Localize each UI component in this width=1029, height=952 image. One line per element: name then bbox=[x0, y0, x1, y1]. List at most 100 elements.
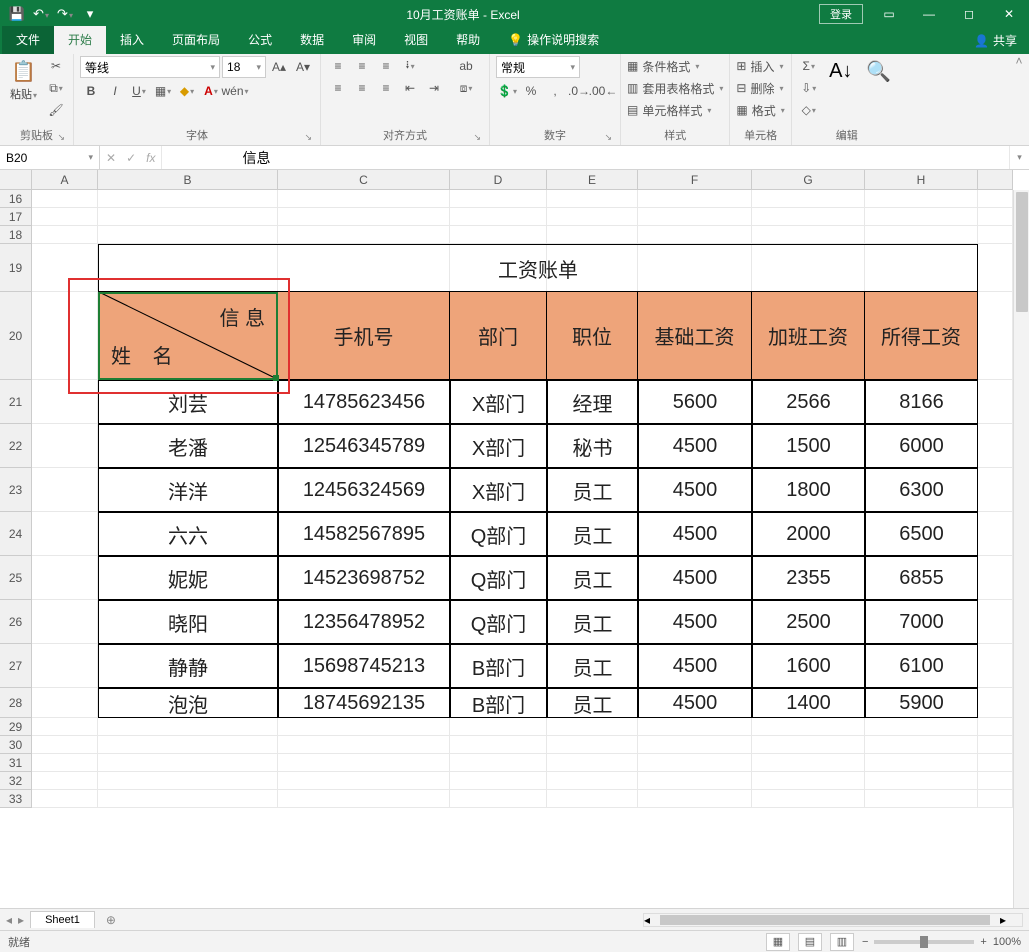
font-launcher-icon[interactable]: ↘ bbox=[304, 132, 312, 143]
page-layout-button[interactable]: ▤ bbox=[798, 933, 822, 951]
table-cell[interactable]: 12546345789 bbox=[278, 424, 450, 468]
tab-help[interactable]: 帮助 bbox=[442, 26, 494, 54]
table-cell[interactable]: 14582567895 bbox=[278, 512, 450, 556]
row-header-22[interactable]: 22 bbox=[0, 424, 32, 468]
align-left-button[interactable]: ≡ bbox=[327, 78, 349, 98]
table-cell[interactable]: 4500 bbox=[638, 512, 752, 556]
row-header-20[interactable]: 20 bbox=[0, 292, 32, 380]
table-cell[interactable]: 老潘 bbox=[98, 424, 278, 468]
row-header-27[interactable]: 27 bbox=[0, 644, 32, 688]
find-select-button[interactable]: 🔍 bbox=[862, 56, 896, 86]
table-cell[interactable]: Q部门 bbox=[450, 512, 547, 556]
table-cell[interactable]: 8166 bbox=[865, 380, 978, 424]
tab-layout[interactable]: 页面布局 bbox=[158, 26, 234, 54]
table-cell[interactable]: 员工 bbox=[547, 468, 638, 512]
indent-inc-button[interactable]: ⇥ bbox=[423, 78, 445, 98]
col-header-D[interactable]: D bbox=[450, 170, 547, 190]
table-cell[interactable]: 6855 bbox=[865, 556, 978, 600]
fill-color-button[interactable]: ◆▾ bbox=[176, 81, 198, 101]
align-launcher-icon[interactable]: ↘ bbox=[473, 132, 481, 143]
table-cell[interactable]: B部门 bbox=[450, 644, 547, 688]
tab-home[interactable]: 开始 bbox=[54, 26, 106, 54]
row-header-25[interactable]: 25 bbox=[0, 556, 32, 600]
row-header-17[interactable]: 17 bbox=[0, 208, 32, 226]
table-cell[interactable]: 18745692135 bbox=[278, 688, 450, 718]
table-cell[interactable]: 6300 bbox=[865, 468, 978, 512]
expand-formula-button[interactable]: ▾ bbox=[1009, 146, 1029, 169]
copy-button[interactable]: ⧉▾ bbox=[45, 78, 67, 98]
number-launcher-icon[interactable]: ↘ bbox=[604, 132, 612, 143]
table-cell[interactable]: 4500 bbox=[638, 468, 752, 512]
font-size-combo[interactable]: 18▾ bbox=[222, 56, 266, 78]
format-painter-button[interactable]: 🖌 bbox=[45, 100, 67, 120]
row-header-33[interactable]: 33 bbox=[0, 790, 32, 808]
table-cell[interactable]: 12356478952 bbox=[278, 600, 450, 644]
login-button[interactable]: 登录 bbox=[819, 4, 863, 24]
row-header-18[interactable]: 18 bbox=[0, 226, 32, 244]
col-header-G[interactable]: G bbox=[752, 170, 865, 190]
comma-button[interactable]: , bbox=[544, 81, 566, 101]
share-button[interactable]: 👤共享 bbox=[964, 27, 1027, 54]
worksheet-grid[interactable]: ABCDEFGH 1617181920212223242526272829303… bbox=[0, 170, 1029, 908]
table-cell[interactable]: 员工 bbox=[547, 600, 638, 644]
table-cell[interactable]: 妮妮 bbox=[98, 556, 278, 600]
dec-decimal-button[interactable]: .00← bbox=[592, 81, 614, 101]
table-cell[interactable]: 15698745213 bbox=[278, 644, 450, 688]
phonetic-button[interactable]: wén▾ bbox=[224, 81, 246, 101]
table-cell[interactable]: 刘芸 bbox=[98, 380, 278, 424]
table-cell[interactable]: 4500 bbox=[638, 556, 752, 600]
formula-input[interactable]: 信息 bbox=[162, 146, 1009, 169]
table-cell[interactable]: 12456324569 bbox=[278, 468, 450, 512]
delete-cells-button[interactable]: ⊟删除▾ bbox=[736, 78, 783, 98]
table-cell[interactable]: 经理 bbox=[547, 380, 638, 424]
tab-insert[interactable]: 插入 bbox=[106, 26, 158, 54]
border-button[interactable]: ▦▾ bbox=[152, 81, 174, 101]
confirm-formula-button[interactable]: ✓ bbox=[126, 151, 136, 165]
sheet-nav-prev[interactable]: ◂ bbox=[6, 913, 12, 927]
table-cell[interactable]: 6100 bbox=[865, 644, 978, 688]
row-headers[interactable]: 161718192021222324252627282930313233 bbox=[0, 190, 32, 908]
grow-font-button[interactable]: A▴ bbox=[268, 57, 290, 77]
table-cell[interactable]: 洋洋 bbox=[98, 468, 278, 512]
table-cell[interactable]: 4500 bbox=[638, 424, 752, 468]
merge-button[interactable]: ⧈▾ bbox=[449, 78, 483, 98]
insert-cells-button[interactable]: ⊞插入▾ bbox=[736, 56, 783, 76]
table-cell[interactable]: 1500 bbox=[752, 424, 865, 468]
sheet-tab[interactable]: Sheet1 bbox=[30, 911, 95, 928]
tab-file[interactable]: 文件 bbox=[2, 26, 54, 54]
table-cell[interactable]: 员工 bbox=[547, 512, 638, 556]
table-cell[interactable]: 晓阳 bbox=[98, 600, 278, 644]
table-cell[interactable]: 员工 bbox=[547, 556, 638, 600]
percent-button[interactable]: % bbox=[520, 81, 542, 101]
table-cell[interactable]: 1800 bbox=[752, 468, 865, 512]
vertical-scrollbar[interactable] bbox=[1013, 190, 1029, 908]
col-header-H[interactable]: H bbox=[865, 170, 978, 190]
fx-button[interactable]: fx bbox=[146, 151, 155, 165]
close-button[interactable]: ✕ bbox=[989, 0, 1029, 28]
col-header-A[interactable]: A bbox=[32, 170, 98, 190]
wrap-text-button[interactable]: ab bbox=[449, 56, 483, 76]
tab-review[interactable]: 审阅 bbox=[338, 26, 390, 54]
table-cell[interactable]: 员工 bbox=[547, 644, 638, 688]
qat-customize-button[interactable]: ▾ bbox=[79, 3, 101, 25]
row-header-30[interactable]: 30 bbox=[0, 736, 32, 754]
table-cell[interactable]: 2566 bbox=[752, 380, 865, 424]
minimize-button[interactable]: — bbox=[909, 0, 949, 28]
align-right-button[interactable]: ≡ bbox=[375, 78, 397, 98]
name-box[interactable]: B20▾ bbox=[0, 146, 100, 169]
table-cell[interactable]: 6500 bbox=[865, 512, 978, 556]
cut-button[interactable]: ✂ bbox=[45, 56, 67, 76]
select-all-corner[interactable] bbox=[0, 170, 32, 190]
save-button[interactable]: 💾 bbox=[6, 3, 28, 25]
table-cell[interactable]: 2355 bbox=[752, 556, 865, 600]
table-cell[interactable]: B部门 bbox=[450, 688, 547, 718]
column-headers[interactable]: ABCDEFGH bbox=[32, 170, 1013, 190]
undo-button[interactable]: ↶▾ bbox=[30, 3, 52, 25]
align-center-button[interactable]: ≡ bbox=[351, 78, 373, 98]
row-header-26[interactable]: 26 bbox=[0, 600, 32, 644]
row-header-21[interactable]: 21 bbox=[0, 380, 32, 424]
table-cell[interactable]: 6000 bbox=[865, 424, 978, 468]
shrink-font-button[interactable]: A▾ bbox=[292, 57, 314, 77]
cell-styles-button[interactable]: ▤单元格样式▾ bbox=[627, 100, 711, 120]
table-cell[interactable]: 1400 bbox=[752, 688, 865, 718]
